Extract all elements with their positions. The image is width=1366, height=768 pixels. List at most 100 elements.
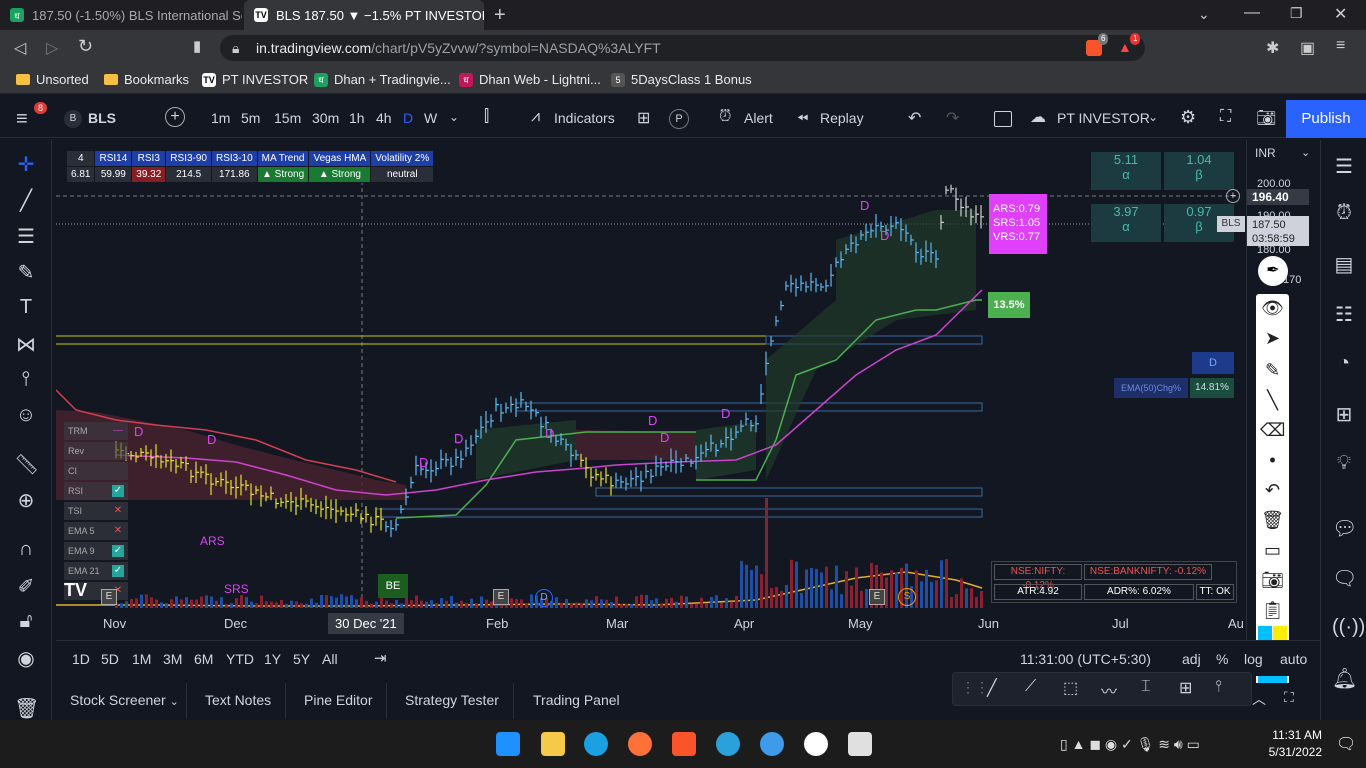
alert-button[interactable]: Alert bbox=[744, 110, 773, 126]
p-button[interactable]: P bbox=[669, 109, 689, 129]
legend-row[interactable]: Rev bbox=[64, 442, 128, 460]
templates-icon[interactable]: ⊞ bbox=[637, 108, 650, 128]
projection-icon[interactable]: ⫯ bbox=[1215, 678, 1222, 696]
legend-row[interactable]: EMA 5 ✕ bbox=[64, 522, 128, 540]
notifications-bell-icon[interactable]: 🔔︎ bbox=[1332, 666, 1357, 691]
pattern-icon[interactable]: ⋈ bbox=[14, 332, 38, 357]
earnings-marker[interactable]: E bbox=[869, 589, 885, 605]
tray-icons[interactable]: ▯ ▲ ◼ ◉ ✓ 🎙︎ ≋ 🔊︎ ▭ bbox=[1060, 736, 1200, 753]
alerts-clock-icon[interactable]: ⏰︎ bbox=[1332, 202, 1356, 225]
collapse-panel-icon[interactable]: ︿ bbox=[1252, 689, 1266, 709]
back-icon[interactable]: ◁ bbox=[14, 38, 26, 58]
layout-name-button[interactable]: PT INVESTOR bbox=[1057, 110, 1150, 126]
streams-icon[interactable]: ((·)) bbox=[1332, 616, 1365, 639]
text-tool-icon[interactable]: T bbox=[14, 296, 38, 319]
disabled-x-icon[interactable]: ✕ bbox=[112, 525, 124, 537]
camera-icon[interactable]: 📷︎ bbox=[1256, 108, 1276, 128]
clock-time[interactable]: 11:31 AM bbox=[1266, 728, 1322, 742]
bookmark-item[interactable]: Unsorted bbox=[16, 72, 89, 87]
checkbox-checked-icon[interactable]: ✓ bbox=[112, 545, 124, 557]
undo-icon[interactable]: ↶ bbox=[908, 108, 921, 128]
file-explorer-icon[interactable] bbox=[541, 732, 565, 756]
interval-15m[interactable]: 15m bbox=[274, 110, 301, 126]
alert-clock-icon[interactable]: ⏰︎ bbox=[719, 108, 731, 126]
restore-icon[interactable]: ❐ bbox=[1290, 5, 1303, 22]
range-3m[interactable]: 3M bbox=[163, 651, 182, 667]
tab-stock-screener[interactable]: Stock Screener ⌄ bbox=[56, 683, 187, 719]
interval-5m[interactable]: 5m bbox=[241, 110, 260, 126]
undo-icon[interactable]: ↶ bbox=[1260, 480, 1285, 501]
percent-toggle[interactable]: % bbox=[1216, 651, 1228, 667]
brush-icon[interactable]: ✎ bbox=[14, 260, 38, 285]
legend-spacer[interactable] bbox=[112, 465, 124, 477]
camera-icon[interactable]: 📷︎ bbox=[1260, 570, 1285, 591]
legend-row[interactable]: TRM — bbox=[64, 422, 128, 440]
adj-toggle[interactable]: adj bbox=[1182, 651, 1201, 667]
line-tool-icon[interactable]: ╲ bbox=[1260, 390, 1285, 411]
firefox-icon[interactable] bbox=[628, 732, 652, 756]
chevron-down-icon[interactable]: ⌄ bbox=[1148, 110, 1158, 124]
reload-icon[interactable]: ↻ bbox=[78, 36, 93, 57]
trash-icon[interactable]: 🗑︎ bbox=[14, 696, 39, 721]
app-icon[interactable] bbox=[760, 732, 784, 756]
range-6m[interactable]: 6M bbox=[194, 651, 213, 667]
browser-tab[interactable]: ध 187.50 (-1.50%) BLS International Serv bbox=[0, 0, 242, 30]
messages-icon[interactable]: 🗨︎ bbox=[1332, 566, 1357, 591]
chevron-down-icon[interactable]: ⌄ bbox=[1198, 6, 1210, 23]
chart-area[interactable]: 4 RSI14 RSI3 RSI3-90 RSI3-10 MA Trend Ve… bbox=[56, 140, 1246, 608]
new-tab-icon[interactable]: + bbox=[494, 4, 506, 27]
tab-pine-editor[interactable]: Pine Editor bbox=[290, 683, 388, 719]
range-ytd[interactable]: YTD bbox=[226, 651, 254, 667]
dividend-marker[interactable]: D bbox=[535, 589, 553, 607]
visibility-eye-icon[interactable]: ◉ bbox=[14, 646, 38, 671]
url-input[interactable]: 🔒︎ in.tradingview.com/chart/pV5yZvvw/?sy… bbox=[220, 33, 1145, 61]
interval-d[interactable]: D bbox=[403, 110, 413, 126]
prediction-icon[interactable]: ⫯ bbox=[14, 368, 38, 391]
chats-icon[interactable]: 💬︎ bbox=[1332, 516, 1357, 541]
close-window-icon[interactable]: ✕ bbox=[1334, 4, 1347, 24]
layout-icon[interactable] bbox=[994, 111, 1012, 127]
range-1y[interactable]: 1Y bbox=[264, 651, 281, 667]
screen-icon[interactable]: ▭ bbox=[1260, 540, 1285, 561]
bookmark-item[interactable]: 5 5DaysClass 1 Bonus bbox=[611, 72, 752, 87]
emoji-icon[interactable]: ☺ bbox=[14, 404, 38, 427]
compare-add-icon[interactable]: + bbox=[165, 107, 185, 127]
range-5y[interactable]: 5Y bbox=[293, 651, 310, 667]
measure-icon[interactable]: ⌶ bbox=[1141, 678, 1151, 696]
bookmark-item[interactable]: Bookmarks bbox=[104, 72, 189, 87]
eye-icon[interactable]: 👁︎ bbox=[1260, 298, 1285, 319]
add-alert-icon[interactable]: + bbox=[1226, 189, 1240, 203]
checkbox-checked-icon[interactable]: ✓ bbox=[112, 485, 124, 497]
legend-spacer[interactable] bbox=[112, 445, 124, 457]
position-icon[interactable]: ⊞ bbox=[1179, 678, 1192, 698]
maximize-panel-icon[interactable]: ⛶ bbox=[1284, 689, 1294, 706]
checkbox-checked-icon[interactable]: ✓ bbox=[112, 565, 124, 577]
redo-icon[interactable]: ↷ bbox=[946, 108, 959, 128]
fib-icon[interactable]: ☰ bbox=[14, 224, 38, 249]
interval-4h[interactable]: 4h bbox=[376, 110, 392, 126]
dot-icon[interactable]: • bbox=[1260, 450, 1285, 471]
tab-trading-panel[interactable]: Trading Panel bbox=[519, 683, 634, 719]
app-icon[interactable] bbox=[804, 732, 828, 756]
data-window-icon[interactable]: ▤ bbox=[1332, 252, 1356, 277]
bookmark-icon[interactable]: ▮ bbox=[193, 37, 201, 55]
edge-icon[interactable] bbox=[584, 732, 608, 756]
fullscreen-icon[interactable]: ⛶ bbox=[1220, 108, 1231, 126]
bar-style-icon[interactable]: ⫿ bbox=[484, 108, 489, 126]
main-menu-icon[interactable]: ≡ bbox=[16, 108, 28, 131]
line-style-icon[interactable]: — bbox=[112, 425, 124, 437]
magnet-icon[interactable]: ∩ bbox=[14, 538, 38, 561]
notification-center-icon[interactable]: 🗨︎ bbox=[1336, 734, 1356, 754]
path-icon[interactable]: 〰 bbox=[1101, 678, 1117, 702]
browser-tab-active[interactable]: TV BLS 187.50 ▼ −1.5% PT INVESTOR ✕ bbox=[244, 0, 484, 30]
bookmark-item[interactable]: ध Dhan + Tradingvie... bbox=[314, 72, 451, 87]
drag-handle-icon[interactable]: ⋮⋮ bbox=[961, 679, 989, 696]
tab-strategy-tester[interactable]: Strategy Tester bbox=[391, 683, 514, 719]
trend-line-icon[interactable]: ╱ bbox=[14, 188, 38, 213]
watchlist-icon[interactable]: ☰ bbox=[1332, 154, 1356, 179]
eraser-icon[interactable]: ⌫ bbox=[1260, 420, 1285, 441]
publish-button[interactable]: Publish bbox=[1286, 100, 1366, 138]
legend-row[interactable]: RSI ✓ bbox=[64, 482, 128, 500]
legend-row[interactable]: TSI ✕ bbox=[64, 502, 128, 520]
settings-gear-icon[interactable]: ⚙︎ bbox=[1180, 107, 1196, 128]
